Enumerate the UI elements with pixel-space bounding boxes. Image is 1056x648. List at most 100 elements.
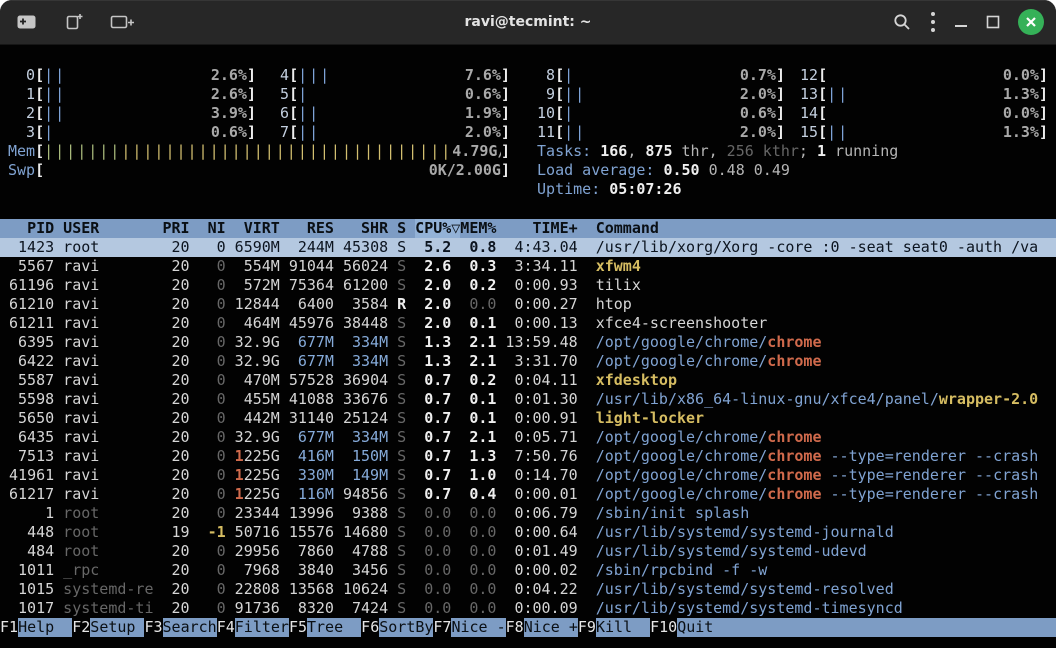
fkey-nice[interactable]: F7Nice - [433,618,505,637]
cpu-meter-bar-fill: || [44,104,66,123]
fkey-help[interactable]: F1Help [0,618,72,637]
fkey-number: F6 [361,618,379,637]
text-segment: 25124 [343,409,388,427]
text-segment: 0.0 [469,542,496,560]
text-segment: 3:31.70 [514,352,577,370]
column-header-time+[interactable]: TIME+ [505,219,577,238]
fkey-filter[interactable]: F4Filter [217,618,289,637]
process-row[interactable]: 5567ravi200554M9104456024S2.60.33:34.11x… [0,257,1056,276]
split-terminal-icon [110,13,136,31]
process-cell: 0:04.22 [505,580,577,599]
process-cell: S [397,371,406,390]
process-cell: S [397,447,406,466]
split-terminal-button[interactable] [110,13,136,31]
text-segment: 0.0 [424,599,451,617]
text-segment: 0 [217,466,226,484]
process-cell: 6400 [289,295,334,314]
fkey-tree[interactable]: F5Tree [289,618,361,637]
text-segment: 0:00.09 [514,599,577,617]
column-header-pid[interactable]: PID [9,219,54,238]
close-button[interactable] [1018,9,1044,35]
process-row[interactable]: 448root19-1507161557614680S0.00.00:00.64… [0,523,1056,542]
new-window-button[interactable] [16,13,38,31]
process-cell: 677M [289,333,334,352]
text-segment: 20 [172,390,190,408]
text-segment: 0.7 [424,485,451,503]
text-segment: 0.7 [424,409,451,427]
column-header-user[interactable]: USER [63,219,153,238]
text-segment: 32.9G [235,333,280,351]
text-segment: 256 kthr [727,142,799,160]
maximize-button[interactable] [986,15,1000,29]
memory-meter-label: Mem [8,142,35,161]
text-segment: 94856 [343,485,388,503]
process-cell: 484 [9,542,54,561]
process-cell: 29956 [235,542,280,561]
process-row[interactable]: 41961ravi2001225G330M149MS0.71.00:14.70/… [0,466,1056,485]
process-row[interactable]: 6435ravi20032.9G677M334MS0.72.10:05.71/o… [0,428,1056,447]
cpu-meter-value: 1.3% [1003,85,1039,104]
text-segment: 20 [172,485,190,503]
text-segment: 32.9G [235,428,280,446]
meter-bracket: [ [289,85,298,104]
process-cell: 470M [235,371,280,390]
process-cell: 0 [199,561,226,580]
process-row[interactable]: 1root20023344139969388S0.00.00:06.79/sbi… [0,504,1056,523]
text-segment: 225G [244,447,280,465]
text-segment: 32.9G [235,352,280,370]
column-header-shr[interactable]: SHR [343,219,388,238]
meter-bracket: [ [555,66,564,85]
column-header-s[interactable]: S [397,219,406,238]
process-row[interactable]: 1015systemd-re200228081356810624S0.00.00… [0,580,1056,599]
column-header-[interactable]: ▽ [451,219,460,238]
process-cell: 455M [235,390,280,409]
process-row[interactable]: 484root2002995678604788S0.00.00:01.49/us… [0,542,1056,561]
process-cell: 1.3 [415,352,451,371]
process-row[interactable]: 5598ravi200455M4108833676S0.70.10:01.30/… [0,390,1056,409]
column-header-res[interactable]: RES [289,219,334,238]
column-header-command[interactable]: Command [596,219,1056,238]
text-segment: 20 [172,314,190,332]
process-row[interactable]: 5650ravi200442M3114025124S0.70.10:00.91l… [0,409,1056,428]
process-cell: S [397,314,406,333]
fkey-sortby[interactable]: F6SortBy [361,618,433,637]
text-segment: 2.1 [469,333,496,351]
process-cell: /usr/lib/systemd/systemd-timesyncd [596,599,1056,618]
process-row[interactable]: 5587ravi200470M5752836904S0.70.20:04.11x… [0,371,1056,390]
column-header-mem[interactable]: MEM% [460,219,496,238]
column-header-ni[interactable]: NI [199,219,226,238]
fkey-kill[interactable]: F9Kill [578,618,650,637]
minimize-button[interactable] [954,15,968,29]
fkey-search[interactable]: F3Search [144,618,216,637]
column-header-cpu[interactable]: CPU% [415,219,451,238]
process-row[interactable]: 1017systemd-ti2009173683207424S0.00.00:0… [0,599,1056,618]
swap-meter-value: 0K/2.00G [429,161,501,180]
new-session-button[interactable] [64,12,84,32]
process-row[interactable]: 6422ravi20032.9G677M334MS1.32.13:31.70/o… [0,352,1056,371]
process-cell: 19 [162,523,189,542]
process-row[interactable]: 1011_rpc200796838403456S0.00.00:00.02/sb… [0,561,1056,580]
menu-button[interactable] [930,11,936,33]
process-cell: 94856 [343,485,388,504]
fkey-quit[interactable]: F10Quit [650,618,1056,637]
text-segment: 20 [172,580,190,598]
process-cell: 0.2 [460,276,496,295]
cpu-meter-label: 9 [528,85,555,104]
process-row[interactable]: 1423root2006590M244M45308S5.20.84:43.04/… [0,238,1056,257]
process-row[interactable]: 61217ravi2001225G116M94856S0.70.40:00.01… [0,485,1056,504]
search-button[interactable] [892,12,912,32]
process-row[interactable]: 61210ravi2001284464003584R2.00.00:00.27h… [0,295,1056,314]
text-segment: 61196 [9,276,54,294]
process-row[interactable]: 61211ravi200464M4597638448S2.00.10:00.13… [0,314,1056,333]
cpu-meter-label: 13 [791,85,818,104]
process-row[interactable]: 7513ravi2001225G416M150MS0.71.37:50.76/o… [0,447,1056,466]
column-header-pri[interactable]: PRI [162,219,189,238]
cpu-meter-bar: 0.0% [827,66,1039,85]
cpu-meter-row: 8[|0.7%]12[0.0%] [528,66,1048,85]
process-row[interactable]: 6395ravi20032.9G677M334MS1.32.113:59.48/… [0,333,1056,352]
process-row[interactable]: 61196ravi200572M7536461200S2.00.20:00.93… [0,276,1056,295]
process-cell: 6435 [9,428,54,447]
column-header-virt[interactable]: VIRT [235,219,280,238]
fkey-nice+[interactable]: F8Nice + [506,618,578,637]
fkey-setup[interactable]: F2Setup [72,618,144,637]
